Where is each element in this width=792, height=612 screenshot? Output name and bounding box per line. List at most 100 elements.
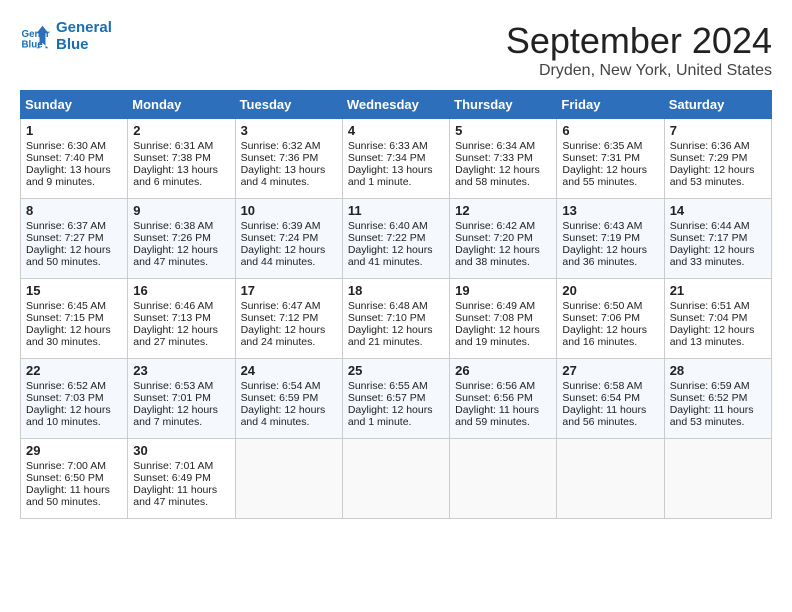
day-number: 2 bbox=[133, 123, 229, 138]
day-number: 19 bbox=[455, 283, 551, 298]
sunset-text: Sunset: 7:15 PM bbox=[26, 312, 122, 324]
daylight-value: and 41 minutes. bbox=[348, 256, 444, 268]
weekday-header-sunday: Sunday bbox=[21, 91, 128, 119]
calendar-cell bbox=[235, 439, 342, 519]
sunset-text: Sunset: 7:22 PM bbox=[348, 232, 444, 244]
calendar-cell: 3Sunrise: 6:32 AMSunset: 7:36 PMDaylight… bbox=[235, 119, 342, 199]
day-number: 30 bbox=[133, 443, 229, 458]
daylight-label: Daylight: 11 hours bbox=[133, 484, 229, 496]
calendar-week-4: 22Sunrise: 6:52 AMSunset: 7:03 PMDayligh… bbox=[21, 359, 772, 439]
day-number: 10 bbox=[241, 203, 337, 218]
daylight-value: and 50 minutes. bbox=[26, 496, 122, 508]
day-number: 26 bbox=[455, 363, 551, 378]
logo-icon: General Blue bbox=[20, 22, 50, 52]
sunrise-text: Sunrise: 6:53 AM bbox=[133, 380, 229, 392]
calendar-cell: 13Sunrise: 6:43 AMSunset: 7:19 PMDayligh… bbox=[557, 199, 664, 279]
sunset-text: Sunset: 6:52 PM bbox=[670, 392, 766, 404]
calendar-cell: 11Sunrise: 6:40 AMSunset: 7:22 PMDayligh… bbox=[342, 199, 449, 279]
daylight-value: and 13 minutes. bbox=[670, 336, 766, 348]
calendar-cell: 15Sunrise: 6:45 AMSunset: 7:15 PMDayligh… bbox=[21, 279, 128, 359]
sunset-text: Sunset: 7:24 PM bbox=[241, 232, 337, 244]
calendar-cell: 17Sunrise: 6:47 AMSunset: 7:12 PMDayligh… bbox=[235, 279, 342, 359]
daylight-value: and 4 minutes. bbox=[241, 416, 337, 428]
sunset-text: Sunset: 6:49 PM bbox=[133, 472, 229, 484]
sunrise-text: Sunrise: 6:46 AM bbox=[133, 300, 229, 312]
day-number: 5 bbox=[455, 123, 551, 138]
daylight-label: Daylight: 12 hours bbox=[455, 244, 551, 256]
sunrise-text: Sunrise: 6:48 AM bbox=[348, 300, 444, 312]
logo: General Blue General Blue bbox=[20, 20, 112, 53]
sunrise-text: Sunrise: 6:39 AM bbox=[241, 220, 337, 232]
daylight-label: Daylight: 12 hours bbox=[241, 244, 337, 256]
calendar-cell: 4Sunrise: 6:33 AMSunset: 7:34 PMDaylight… bbox=[342, 119, 449, 199]
sunset-text: Sunset: 7:20 PM bbox=[455, 232, 551, 244]
daylight-label: Daylight: 11 hours bbox=[562, 404, 658, 416]
sunset-text: Sunset: 7:29 PM bbox=[670, 152, 766, 164]
sunset-text: Sunset: 7:19 PM bbox=[562, 232, 658, 244]
logo-text-line1: General bbox=[56, 20, 112, 37]
daylight-label: Daylight: 12 hours bbox=[562, 164, 658, 176]
sunset-text: Sunset: 7:04 PM bbox=[670, 312, 766, 324]
day-number: 16 bbox=[133, 283, 229, 298]
sunrise-text: Sunrise: 6:54 AM bbox=[241, 380, 337, 392]
daylight-value: and 24 minutes. bbox=[241, 336, 337, 348]
day-number: 21 bbox=[670, 283, 766, 298]
calendar-week-1: 1Sunrise: 6:30 AMSunset: 7:40 PMDaylight… bbox=[21, 119, 772, 199]
daylight-value: and 58 minutes. bbox=[455, 176, 551, 188]
day-number: 6 bbox=[562, 123, 658, 138]
sunset-text: Sunset: 6:59 PM bbox=[241, 392, 337, 404]
sunrise-text: Sunrise: 6:33 AM bbox=[348, 140, 444, 152]
sunrise-text: Sunrise: 6:38 AM bbox=[133, 220, 229, 232]
sunset-text: Sunset: 7:36 PM bbox=[241, 152, 337, 164]
weekday-header-tuesday: Tuesday bbox=[235, 91, 342, 119]
day-number: 11 bbox=[348, 203, 444, 218]
daylight-label: Daylight: 12 hours bbox=[241, 404, 337, 416]
calendar-cell: 2Sunrise: 6:31 AMSunset: 7:38 PMDaylight… bbox=[128, 119, 235, 199]
daylight-value: and 19 minutes. bbox=[455, 336, 551, 348]
calendar-cell: 14Sunrise: 6:44 AMSunset: 7:17 PMDayligh… bbox=[664, 199, 771, 279]
daylight-value: and 59 minutes. bbox=[455, 416, 551, 428]
calendar-cell: 25Sunrise: 6:55 AMSunset: 6:57 PMDayligh… bbox=[342, 359, 449, 439]
sunset-text: Sunset: 7:26 PM bbox=[133, 232, 229, 244]
sunrise-text: Sunrise: 6:45 AM bbox=[26, 300, 122, 312]
sunrise-text: Sunrise: 6:50 AM bbox=[562, 300, 658, 312]
sunrise-text: Sunrise: 6:49 AM bbox=[455, 300, 551, 312]
sunrise-text: Sunrise: 6:51 AM bbox=[670, 300, 766, 312]
daylight-label: Daylight: 12 hours bbox=[26, 324, 122, 336]
sunset-text: Sunset: 7:34 PM bbox=[348, 152, 444, 164]
calendar-cell: 8Sunrise: 6:37 AMSunset: 7:27 PMDaylight… bbox=[21, 199, 128, 279]
day-number: 17 bbox=[241, 283, 337, 298]
daylight-label: Daylight: 12 hours bbox=[562, 324, 658, 336]
day-number: 28 bbox=[670, 363, 766, 378]
daylight-value: and 16 minutes. bbox=[562, 336, 658, 348]
calendar-cell: 6Sunrise: 6:35 AMSunset: 7:31 PMDaylight… bbox=[557, 119, 664, 199]
logo-text-line2: Blue bbox=[56, 37, 112, 54]
sunset-text: Sunset: 7:17 PM bbox=[670, 232, 766, 244]
daylight-value: and 4 minutes. bbox=[241, 176, 337, 188]
calendar-cell: 12Sunrise: 6:42 AMSunset: 7:20 PMDayligh… bbox=[450, 199, 557, 279]
day-number: 25 bbox=[348, 363, 444, 378]
daylight-label: Daylight: 12 hours bbox=[348, 324, 444, 336]
calendar-cell: 22Sunrise: 6:52 AMSunset: 7:03 PMDayligh… bbox=[21, 359, 128, 439]
weekday-header-row: SundayMondayTuesdayWednesdayThursdayFrid… bbox=[21, 91, 772, 119]
calendar-cell bbox=[342, 439, 449, 519]
month-title: September 2024 bbox=[506, 20, 772, 62]
daylight-value: and 55 minutes. bbox=[562, 176, 658, 188]
sunset-text: Sunset: 7:38 PM bbox=[133, 152, 229, 164]
calendar-cell: 21Sunrise: 6:51 AMSunset: 7:04 PMDayligh… bbox=[664, 279, 771, 359]
daylight-label: Daylight: 12 hours bbox=[133, 324, 229, 336]
daylight-label: Daylight: 13 hours bbox=[348, 164, 444, 176]
daylight-value: and 36 minutes. bbox=[562, 256, 658, 268]
day-number: 1 bbox=[26, 123, 122, 138]
daylight-label: Daylight: 11 hours bbox=[670, 404, 766, 416]
calendar-cell: 29Sunrise: 7:00 AMSunset: 6:50 PMDayligh… bbox=[21, 439, 128, 519]
calendar-cell: 5Sunrise: 6:34 AMSunset: 7:33 PMDaylight… bbox=[450, 119, 557, 199]
sunset-text: Sunset: 6:56 PM bbox=[455, 392, 551, 404]
sunrise-text: Sunrise: 6:35 AM bbox=[562, 140, 658, 152]
sunrise-text: Sunrise: 6:59 AM bbox=[670, 380, 766, 392]
daylight-value: and 53 minutes. bbox=[670, 176, 766, 188]
daylight-label: Daylight: 12 hours bbox=[26, 244, 122, 256]
daylight-value: and 44 minutes. bbox=[241, 256, 337, 268]
calendar-cell bbox=[664, 439, 771, 519]
daylight-value: and 1 minute. bbox=[348, 176, 444, 188]
